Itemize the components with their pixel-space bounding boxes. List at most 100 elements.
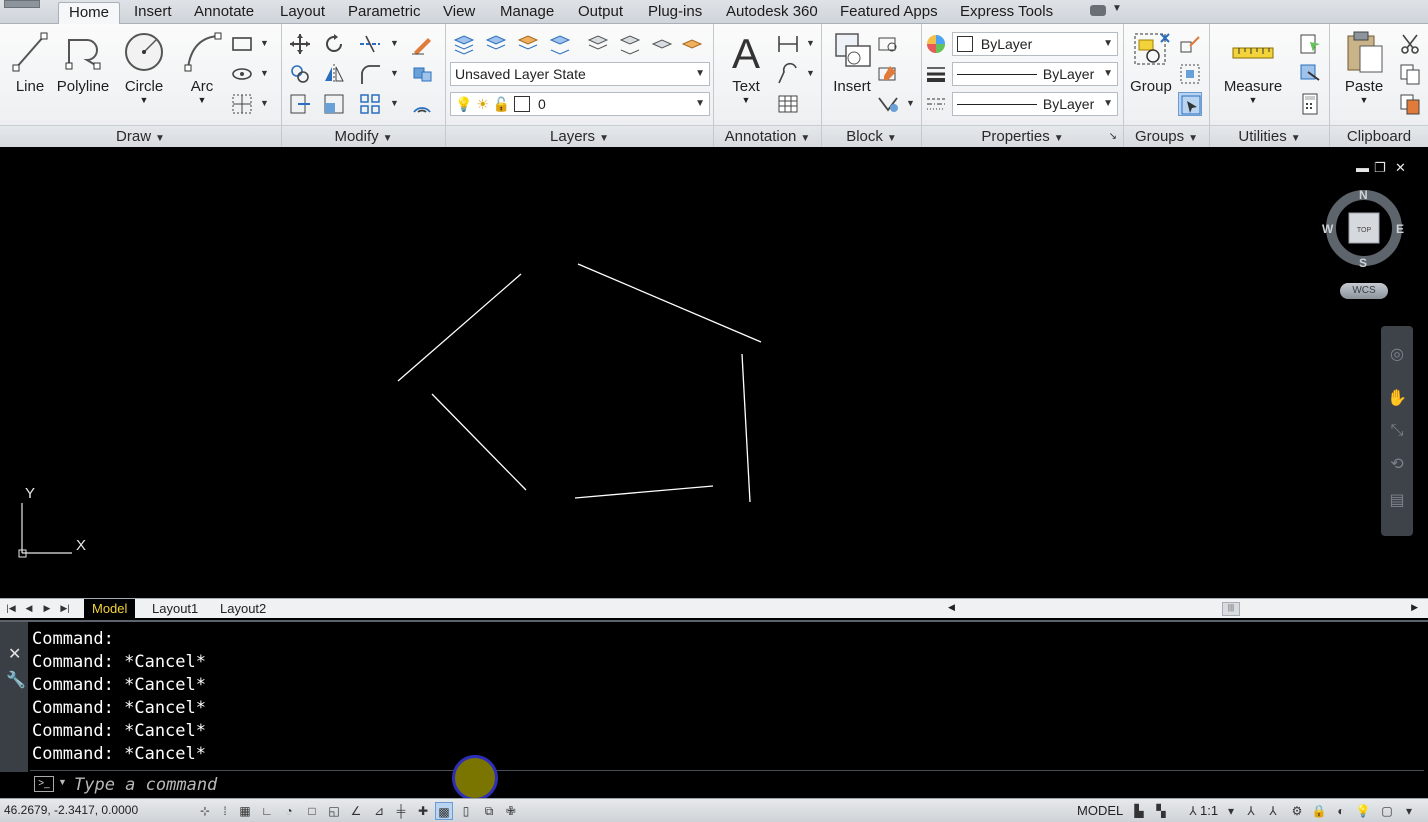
stretch-icon[interactable] <box>288 92 312 116</box>
modify-panel-title[interactable]: Modify ▼ <box>282 125 445 147</box>
tab-insert[interactable]: Insert <box>124 2 182 24</box>
group-button[interactable]: Group <box>1126 28 1176 120</box>
drawn-line[interactable] <box>431 393 527 491</box>
zoom-icon[interactable]: ⤡ <box>1387 422 1407 444</box>
cut-icon[interactable] <box>1398 32 1422 56</box>
properties-panel-title[interactable]: Properties ▼ ↘ <box>922 125 1123 147</box>
circle-button[interactable]: Circle ▼ <box>114 28 174 120</box>
chevron-down-icon[interactable]: ▼ <box>1112 3 1122 14</box>
chevron-down-icon[interactable]: ▼ <box>1334 95 1394 105</box>
command-input[interactable] <box>74 774 1414 796</box>
application-menu-button[interactable] <box>4 0 40 8</box>
object-snap-icon[interactable]: □ <box>303 802 321 820</box>
dynamic-ucs-icon[interactable]: ⊿ <box>370 802 388 820</box>
status-bar-menu-icon[interactable]: ▾ <box>1400 802 1418 820</box>
tab-parametric[interactable]: Parametric <box>338 2 431 24</box>
rectangle-icon[interactable] <box>230 32 254 56</box>
chevron-down-icon[interactable]: ▾ <box>1222 802 1240 820</box>
minimize-icon[interactable]: ▬ <box>1356 160 1369 175</box>
orbit-icon[interactable]: ⟲ <box>1387 454 1407 476</box>
leader-icon[interactable] <box>776 62 800 86</box>
pan-icon[interactable]: ✋ <box>1387 388 1407 410</box>
viewcube[interactable]: TOP N S E W <box>1322 186 1406 270</box>
lineweight-dropdown[interactable]: ByLayer ▼ <box>952 62 1118 86</box>
chevron-down-icon[interactable]: ▼ <box>260 68 269 78</box>
command-window-handle[interactable]: ✕ 🔧 <box>0 622 28 772</box>
clipboard-panel-title[interactable]: Clipboard <box>1330 125 1428 147</box>
wcs-menu-button[interactable]: WCS <box>1340 283 1388 299</box>
match-properties-icon[interactable] <box>924 32 948 56</box>
cursor-coordinates[interactable]: 46.2679, -2.3417, 0.0000 <box>4 803 138 817</box>
lineweight-icon[interactable] <box>924 62 948 86</box>
drawn-line[interactable] <box>741 353 751 503</box>
snap-mode-icon[interactable]: ⁞ <box>216 802 234 820</box>
quick-properties-icon[interactable]: ▯ <box>457 802 475 820</box>
clean-screen-icon[interactable]: ▢ <box>1378 802 1396 820</box>
edit-block-icon[interactable] <box>876 62 900 86</box>
steering-wheel-icon[interactable]: ◎ <box>1387 344 1407 366</box>
layers-panel-title[interactable]: Layers ▼ <box>446 125 713 147</box>
erase-icon[interactable] <box>410 32 434 56</box>
chevron-down-icon[interactable]: ▼ <box>390 68 399 78</box>
layer-tool-icon[interactable] <box>548 32 572 56</box>
linetype-dropdown[interactable]: ByLayer ▼ <box>952 92 1118 116</box>
chevron-down-icon[interactable]: ▼ <box>260 38 269 48</box>
quick-view-layouts-icon[interactable]: ▙ <box>1130 802 1148 820</box>
close-icon[interactable]: ✕ <box>8 644 21 664</box>
drawn-line[interactable] <box>397 273 522 382</box>
first-layout-icon[interactable]: |◀ <box>4 601 18 616</box>
close-icon[interactable]: ✕ <box>1395 160 1406 176</box>
chevron-down-icon[interactable]: ▼ <box>716 95 776 105</box>
tab-view[interactable]: View <box>433 2 485 24</box>
tab-output[interactable]: Output <box>568 2 633 24</box>
compass-north[interactable]: N <box>1359 188 1368 202</box>
layout-tab-model[interactable]: Model <box>84 599 136 618</box>
tab-annotate[interactable]: Annotate <box>184 2 264 24</box>
layout-tab-layout2[interactable]: Layout2 <box>212 599 274 618</box>
compass-west[interactable]: W <box>1322 222 1333 236</box>
trim-icon[interactable] <box>358 32 382 56</box>
chevron-down-icon[interactable]: ▼ <box>172 95 232 105</box>
tab-express-tools[interactable]: Express Tools <box>950 2 1063 24</box>
group-edit-icon[interactable] <box>1178 62 1202 86</box>
object-snap-tracking-icon[interactable]: ∠ <box>347 802 365 820</box>
compass-east[interactable]: E <box>1396 222 1404 236</box>
layer-properties-icon[interactable] <box>452 32 476 56</box>
layer-tool-icon[interactable] <box>586 32 610 56</box>
line-button[interactable]: Line <box>0 28 60 120</box>
chevron-down-icon[interactable]: ▼ <box>806 68 815 78</box>
arc-button[interactable]: Arc ▼ <box>172 28 232 120</box>
measure-button[interactable]: Measure ▼ <box>1216 28 1290 120</box>
ribbon-display-toggle-icon[interactable] <box>1090 5 1106 16</box>
tab-layout[interactable]: Layout <box>270 2 335 24</box>
text-button[interactable]: A Text ▼ <box>716 28 776 120</box>
drawn-line[interactable] <box>574 485 714 499</box>
layer-tool-icon[interactable] <box>680 32 704 56</box>
layer-state-dropdown[interactable]: Unsaved Layer State ▼ <box>450 62 710 86</box>
dynamic-input-icon[interactable]: ╪ <box>392 802 410 820</box>
array-icon[interactable] <box>358 92 382 116</box>
compass-south[interactable]: S <box>1359 256 1367 270</box>
tab-autodesk-360[interactable]: Autodesk 360 <box>716 2 828 24</box>
auto-scale-icon[interactable]: ⅄ <box>1264 802 1282 820</box>
insert-button[interactable]: Insert <box>822 28 882 120</box>
create-block-icon[interactable] <box>876 32 900 56</box>
polyline-button[interactable]: Polyline <box>52 28 114 120</box>
layer-tool-icon[interactable] <box>618 32 642 56</box>
table-icon[interactable] <box>776 92 800 116</box>
dimension-icon[interactable] <box>776 32 800 56</box>
chevron-down-icon[interactable]: ▼ <box>390 38 399 48</box>
tab-manage[interactable]: Manage <box>490 2 564 24</box>
layout-tab-layout1[interactable]: Layout1 <box>144 599 206 618</box>
isolate-objects-icon[interactable]: 💡 <box>1354 802 1372 820</box>
command-prompt-icon[interactable]: >_ <box>34 776 54 792</box>
chevron-down-icon[interactable]: ▼ <box>1216 95 1290 105</box>
paste-button[interactable]: Paste ▼ <box>1334 28 1394 120</box>
drawn-line[interactable] <box>577 263 762 343</box>
hatch-icon[interactable] <box>230 62 254 86</box>
draw-panel-title[interactable]: Draw ▼ <box>0 125 281 147</box>
copy-clip-icon[interactable] <box>1398 62 1422 86</box>
layer-dropdown[interactable]: 💡 ☀ 🔓 0 ▼ <box>450 92 710 116</box>
move-icon[interactable] <box>288 32 312 56</box>
hardware-acceleration-icon[interactable]: ◐ <box>1332 802 1350 820</box>
